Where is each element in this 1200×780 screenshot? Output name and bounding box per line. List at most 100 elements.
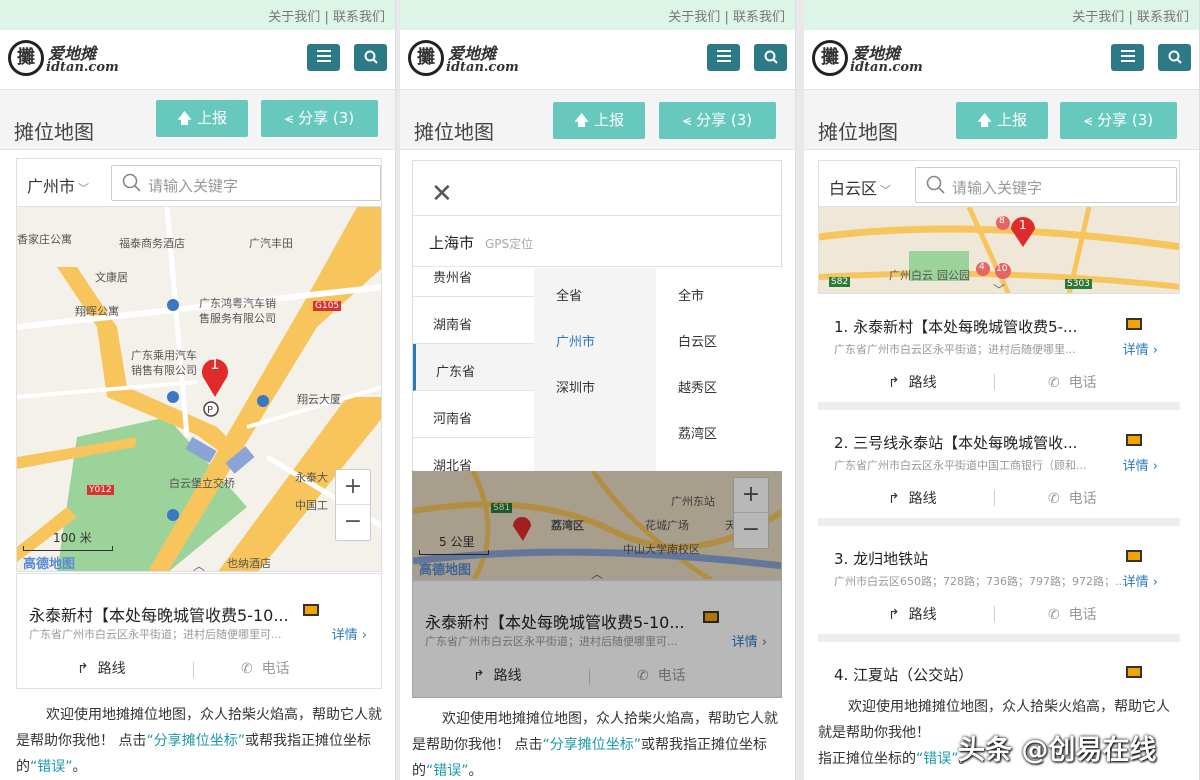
report-label: 上报	[997, 111, 1028, 129]
route-icon: ↱	[77, 661, 89, 677]
map-label: 中国工	[295, 499, 328, 512]
share-coordinates-link[interactable]: “分享摊位坐标”	[542, 737, 641, 753]
list-item[interactable]: 2. 三号线永泰站【本处每晚城管收... 广东省广州市白云区永平街道中国工商银行…	[818, 410, 1180, 518]
map-canvas[interactable]: P 1 香家庄公寓 福泰商务酒店 广汽丰田 文康居 翔晖公寓 广东鸿粤汽车销 售…	[16, 206, 382, 572]
phone-button[interactable]: ✆ 电话	[1048, 488, 1097, 508]
phone-button[interactable]: ✆ 电话	[241, 658, 290, 678]
contact-link[interactable]: 联系我们	[333, 10, 385, 25]
chevron-down-icon: ﹀	[880, 184, 892, 197]
search-input[interactable]: 请输入关键字	[915, 167, 1177, 203]
search-input[interactable]: 请输入关键字	[111, 165, 381, 201]
site-logo[interactable]: 攤 爱地摊 idtan.com	[812, 40, 923, 80]
route-button[interactable]: ↱ 路线	[888, 604, 937, 624]
map-label: 销售有限公司	[131, 364, 197, 377]
menu-button[interactable]	[307, 44, 340, 71]
city-item[interactable]: 深圳市	[534, 360, 656, 406]
current-location-row[interactable]: 上海市 GPS定位	[413, 215, 781, 267]
search-button[interactable]	[354, 44, 387, 71]
route-button[interactable]: ↱ 路线	[888, 372, 937, 392]
city-item-selected[interactable]: 广州市	[534, 314, 656, 360]
share-button[interactable]: ⪪ 分享 (3)	[659, 102, 776, 139]
zoom-control: + −	[335, 469, 371, 541]
error-link[interactable]: “错误”	[30, 759, 73, 775]
city-selector[interactable]: 白云区 ﹀	[829, 175, 891, 199]
district-item[interactable]: 荔湾区	[656, 406, 783, 452]
map-label: 永泰大	[295, 471, 328, 484]
chevron-up-icon[interactable]: ︿	[193, 557, 205, 571]
top-links: 关于我们 | 联系我们	[400, 0, 795, 30]
hamburger-icon	[716, 50, 731, 62]
search-button[interactable]	[754, 44, 787, 71]
province-item[interactable]: 贵州省	[413, 268, 534, 297]
site-logo[interactable]: 攤 爱地摊 idtan.com	[8, 40, 119, 80]
phone-label: 电话	[1068, 607, 1097, 623]
phone-icon: ✆	[1048, 491, 1060, 507]
place-list: 1. 永泰新村【本处每晚城管收费5-... 广东省广州市白云区永平街道；进村后随…	[818, 294, 1180, 694]
close-icon[interactable]: ✕	[431, 179, 453, 209]
chevron-down-icon[interactable]: ﹀	[993, 281, 1005, 293]
page-title: 摊位地图	[14, 120, 94, 144]
search-row: 广州市 ﹀ 请输入关键字	[16, 158, 382, 206]
district-item[interactable]: 全市	[656, 268, 783, 314]
share-button[interactable]: ⪪ 分享 (3)	[261, 100, 378, 137]
logo-seal: 攤	[812, 40, 848, 76]
district-item[interactable]: 白云区	[656, 314, 783, 360]
phone-button[interactable]: ✆ 电话	[1048, 372, 1097, 392]
search-row: 白云区 ﹀ 请输入关键字	[818, 160, 1180, 208]
detail-link[interactable]: 详情 ›	[1123, 339, 1158, 358]
about-link[interactable]: 关于我们	[668, 10, 720, 25]
zoom-out-button[interactable]: −	[336, 505, 370, 540]
city-selector[interactable]: 广州市 ﹀	[27, 173, 89, 197]
menu-button[interactable]	[707, 44, 740, 71]
list-item[interactable]: 3. 龙归地铁站 广州市白云区650路；728路；736路；797路；972路；…	[818, 526, 1180, 634]
map-label: 翔晖公寓	[75, 305, 119, 318]
action-divider	[994, 606, 995, 622]
magnifier-icon	[926, 175, 945, 194]
about-link[interactable]: 关于我们	[268, 10, 320, 25]
menu-button[interactable]	[1111, 44, 1144, 71]
map-label: 广州白云	[889, 269, 933, 282]
route-button[interactable]: ↱ 路线	[77, 658, 126, 678]
contact-link[interactable]: 联系我们	[733, 10, 785, 25]
detail-link[interactable]: 详情 ›	[332, 624, 367, 643]
detail-label: 详情	[331, 628, 358, 643]
province-item[interactable]: 河南省	[413, 391, 534, 438]
district-item[interactable]: 越秀区	[656, 360, 783, 406]
chevron-right-icon: ›	[1152, 459, 1158, 474]
city-item[interactable]: 全省	[534, 268, 656, 314]
share-button[interactable]: ⪪ 分享 (3)	[1060, 102, 1177, 139]
search-button[interactable]	[1158, 44, 1191, 71]
error-link[interactable]: “错误”	[916, 751, 959, 767]
error-link[interactable]: “错误”	[426, 763, 469, 779]
about-link[interactable]: 关于我们	[1072, 10, 1124, 25]
current-city: 上海市	[429, 234, 475, 252]
zoom-in-button[interactable]: +	[336, 470, 370, 505]
phone-icon: ✆	[1048, 607, 1060, 623]
route-icon: ↱	[888, 375, 900, 391]
report-button[interactable]: 🡅 上报	[156, 100, 248, 137]
report-button[interactable]: 🡅 上报	[553, 102, 645, 139]
province-item[interactable]: 湖南省	[413, 297, 534, 344]
item-title: 3. 龙归地铁站	[834, 550, 929, 568]
province-item-selected[interactable]: 广东省	[413, 344, 534, 391]
road-shield: Y012	[87, 485, 114, 495]
item-title: 2. 三号线永泰站【本处每晚城管收...	[834, 434, 1078, 452]
list-item[interactable]: 4. 江夏站（公交站）	[818, 642, 1180, 694]
cluster-count: 10	[996, 264, 1008, 274]
share-coordinates-link[interactable]: “分享摊位坐标”	[146, 733, 245, 749]
list-item[interactable]: 1. 永泰新村【本处每晚城管收费5-... 广东省广州市白云区永平街道；进村后随…	[818, 294, 1180, 402]
dim-overlay[interactable]	[412, 470, 782, 698]
arrow-up-icon: 🡅	[573, 111, 590, 129]
place-card[interactable]: 永泰新村【本处每晚城管收费5-10... 广东省广州市白云区永平街道；进村后随便…	[16, 573, 382, 689]
report-button[interactable]: 🡅 上报	[956, 102, 1048, 139]
phone-button[interactable]: ✆ 电话	[1048, 604, 1097, 624]
detail-link[interactable]: 详情 ›	[1123, 571, 1158, 590]
contact-link[interactable]: 联系我们	[1137, 10, 1189, 25]
detail-link[interactable]: 详情 ›	[1123, 455, 1158, 474]
mini-map[interactable]: 广州白云 园公园 S82 S303 8 4 10 1 ﹀	[818, 206, 1180, 294]
province-item[interactable]: 湖北省	[413, 438, 534, 471]
route-button[interactable]: ↱ 路线	[888, 488, 937, 508]
gps-label: GPS定位	[485, 237, 534, 251]
magnifier-icon	[122, 173, 141, 192]
site-logo[interactable]: 攤 爱地摊 idtan.com	[408, 40, 519, 80]
